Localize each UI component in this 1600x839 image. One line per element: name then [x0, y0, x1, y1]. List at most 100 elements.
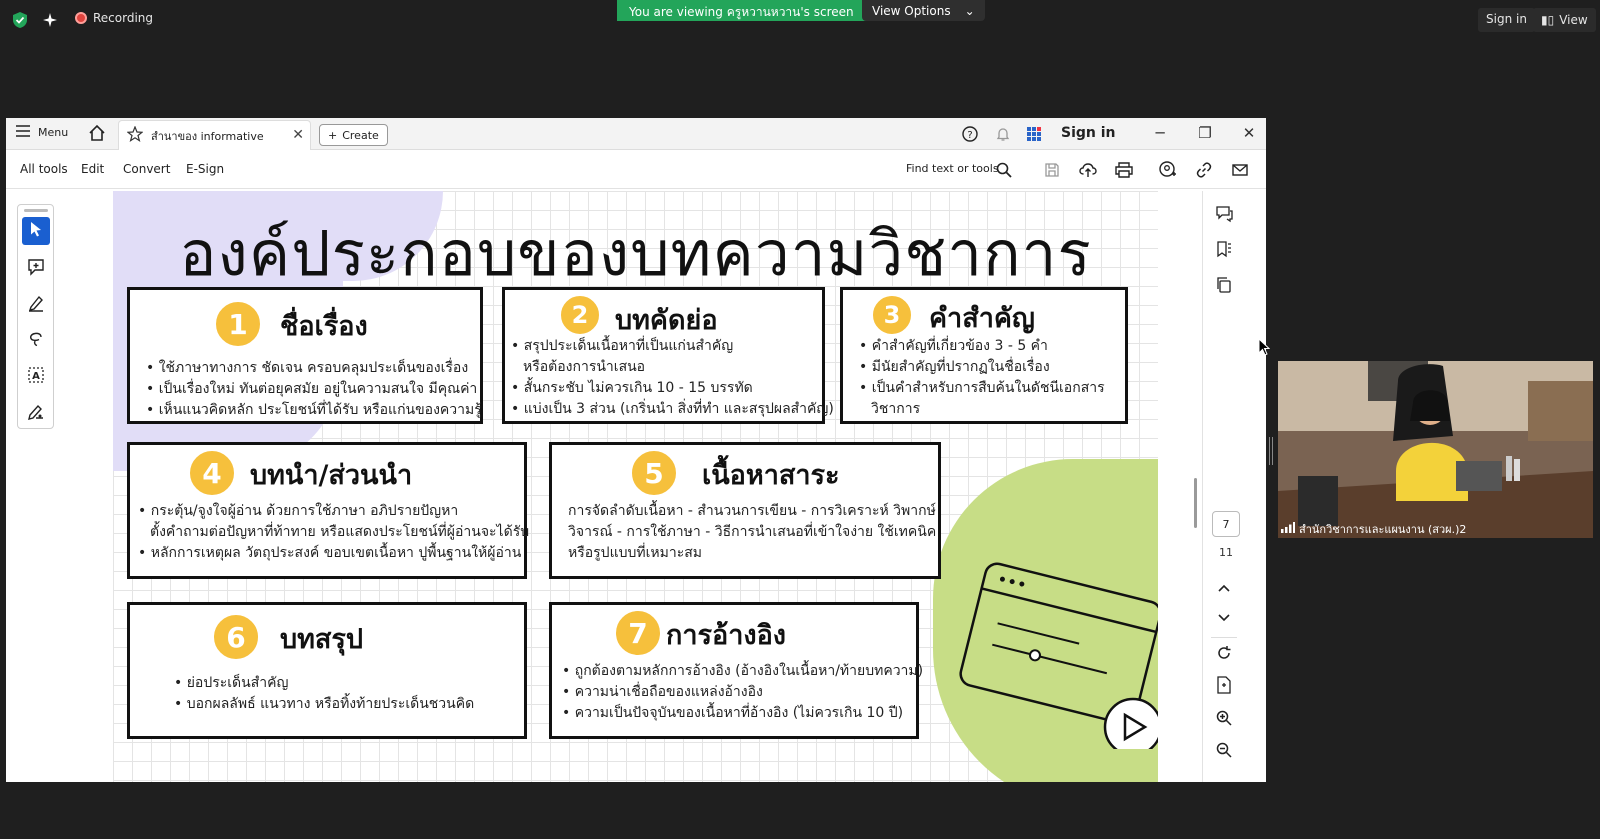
list-item: ใช้ภาษาทางการ ชัดเจน ครอบคลุมประเด็นของเ… [146, 358, 482, 379]
list-item: ถูกต้องตามหลักการอ้างอิง (อ้างอิงในเนื้อ… [562, 661, 923, 682]
plus-icon: + [328, 128, 338, 142]
home-icon[interactable] [88, 124, 108, 144]
copy-pages-icon[interactable] [1213, 274, 1235, 296]
bell-icon[interactable] [993, 124, 1013, 144]
comments-panel-icon[interactable] [1213, 203, 1235, 225]
share-user-icon[interactable] [1158, 160, 1178, 180]
page-number-input[interactable]: 7 [1212, 511, 1240, 537]
highlight-tool-button[interactable] [22, 291, 50, 319]
tab-esign[interactable]: E-Sign [186, 162, 224, 176]
number-badge: 7 [616, 611, 660, 655]
link-icon[interactable] [1194, 160, 1214, 180]
text-box-icon: A [27, 366, 45, 388]
number-badge: 6 [214, 615, 258, 659]
list-item: คำสำคัญที่เกี่ยวข้อง 3 - 5 คำ [859, 336, 1105, 357]
create-label: Create [342, 128, 379, 142]
pdf-page: องค์ประกอบของบทความวิชาการ 1 ชื่อเรื่อง … [113, 191, 1158, 782]
card-heading: บทนำ/ส่วนนำ [250, 460, 413, 491]
chevron-down-icon[interactable] [1213, 607, 1235, 629]
number-badge: 2 [561, 296, 599, 334]
card-conclusion: 6 บทสรุป ย่อประเด็นสำคัญ บอกผลลัพธ์ แนวท… [127, 602, 527, 739]
shield-check-icon[interactable] [10, 10, 30, 30]
paragraph-line: การจัดลำดับเนื้อหา - สำนวนการเขียน - การ… [568, 503, 936, 519]
print-icon[interactable] [1114, 160, 1134, 180]
close-window-icon[interactable]: ✕ [1237, 122, 1261, 144]
right-tool-rail [1202, 191, 1246, 782]
cloud-upload-icon[interactable] [1078, 160, 1098, 180]
acrobat-sign-in-button[interactable]: Sign in [1061, 125, 1116, 141]
record-dot-icon [75, 12, 87, 24]
panel-splitter[interactable] [1269, 437, 1273, 465]
text-select-tool-button[interactable]: A [22, 363, 50, 391]
tab-convert[interactable]: Convert [123, 162, 170, 176]
rotate-icon[interactable] [1213, 642, 1235, 664]
list-item: เป็นคำสำหรับการสืบค้นในดัชนีเอกสาร [859, 378, 1105, 399]
number-badge: 4 [190, 451, 234, 495]
mouse-cursor-icon [1258, 338, 1270, 356]
viewing-banner: You are viewing ครูหวานหวาน's screen [617, 0, 866, 21]
star-icon[interactable] [126, 125, 144, 145]
zoom-in-icon[interactable] [1213, 707, 1235, 729]
rail-divider [1211, 637, 1237, 638]
ai-sparkle-icon[interactable] [40, 10, 60, 30]
list-item-continued: วิชาการ [859, 399, 1105, 420]
restore-icon[interactable]: ❐ [1193, 122, 1217, 144]
list-item: มีนัยสำคัญที่ปรากฏในชื่อเรื่อง [859, 357, 1105, 378]
participant-video[interactable] [1278, 361, 1593, 538]
card-list: ย่อประเด็นสำคัญ บอกผลลัพธ์ แนวทาง หรือทิ… [174, 673, 474, 715]
tab-all-tools[interactable]: All tools [20, 162, 68, 176]
tab-edit[interactable]: Edit [81, 162, 104, 176]
close-tab-icon[interactable]: ✕ [292, 127, 304, 143]
list-item: บอกผลลัพธ์ แนวทาง หรือทิ้งท้ายประเด็นชวน… [174, 694, 474, 715]
help-icon[interactable]: ? [960, 124, 980, 144]
card-heading: ชื่อเรื่อง [280, 311, 368, 342]
menu-label: Menu [38, 126, 69, 139]
apps-grid-icon[interactable] [1024, 124, 1044, 144]
zoom-sign-in-button[interactable]: Sign in [1478, 8, 1535, 32]
card-keywords: 3 คำสำคัญ คำสำคัญที่เกี่ยวข้อง 3 - 5 คำ … [840, 287, 1128, 424]
create-button[interactable]: + Create [319, 124, 388, 146]
document-tab[interactable]: สำนาของ informative ✕ [118, 120, 311, 150]
cursor-icon [29, 221, 43, 241]
zoom-out-icon[interactable] [1213, 739, 1235, 761]
menu-button[interactable]: Menu [16, 125, 68, 140]
minimize-icon[interactable]: ─ [1148, 122, 1172, 144]
page-fit-icon[interactable] [1213, 674, 1235, 696]
card-heading: คำสำคัญ [929, 303, 1035, 334]
signal-bars-icon [1281, 522, 1295, 536]
pen-sign-icon [27, 402, 45, 424]
card-abstract: 2 บทคัดย่อ สรุปประเด็นเนื้อหาที่เป็นแก่น… [502, 287, 834, 424]
number-badge: 1 [216, 302, 260, 346]
find-text-button[interactable]: Find text or tools [906, 162, 999, 175]
vertical-scrollbar[interactable] [1194, 478, 1197, 528]
view-options-button[interactable]: View Options ⌄ [862, 0, 985, 21]
list-item: เห็นแนวคิดหลัก ประโยชน์ที่ได้รับ หรือแก่… [146, 400, 482, 421]
paragraph-line: หรือรูปแบบที่เหมาะสม [568, 545, 702, 561]
list-item-continued: ตั้งคำถามต่อปัญหาที่ท้าทาย หรือแสดงประโย… [138, 522, 529, 543]
comment-tool-button[interactable] [22, 255, 50, 283]
list-item: ความเป็นปัจจุบันของเนื้อหาที่อ้างอิง (ไม… [562, 703, 923, 724]
list-item: หลักการเหตุผล วัตถุประสงค์ ขอบเขตเนื้อหา… [138, 543, 529, 564]
bookmark-panel-icon[interactable] [1213, 238, 1235, 260]
sign-tool-button[interactable] [22, 399, 50, 427]
lasso-icon [27, 330, 45, 352]
draw-tool-button[interactable] [22, 327, 50, 355]
save-icon[interactable] [1042, 160, 1062, 180]
select-tool-button[interactable] [22, 217, 50, 245]
chevron-up-icon[interactable] [1213, 577, 1235, 599]
pen-highlight-icon [27, 294, 45, 316]
card-list: คำสำคัญที่เกี่ยวข้อง 3 - 5 คำ มีนัยสำคัญ… [859, 336, 1105, 420]
participant-video-frame [1278, 361, 1593, 538]
zoom-view-button[interactable]: ▮▯ View [1533, 8, 1596, 32]
acrobat-title-bar: Menu สำนาของ informative ✕ + Create ? Si… [6, 118, 1266, 150]
card-heading: บทคัดย่อ [615, 305, 718, 336]
card-content: 5 เนื้อหาสาระ การจัดลำดับเนื้อหา - สำนวน… [549, 442, 941, 579]
recording-indicator[interactable]: Recording [75, 11, 153, 25]
email-icon[interactable] [1230, 160, 1250, 180]
search-icon[interactable] [994, 160, 1014, 180]
list-item: กระตุ้น/จูงใจผู้อ่าน ด้วยการใช้ภาษา อภิป… [138, 501, 529, 522]
card-title-section: 1 ชื่อเรื่อง ใช้ภาษาทางการ ชัดเจน ครอบคล… [127, 287, 483, 424]
participant-name: สำนักวิชาการและแผนงาน (สวผ.)2 [1299, 523, 1467, 536]
svg-text:?: ? [967, 130, 972, 141]
number-badge: 5 [632, 451, 676, 495]
